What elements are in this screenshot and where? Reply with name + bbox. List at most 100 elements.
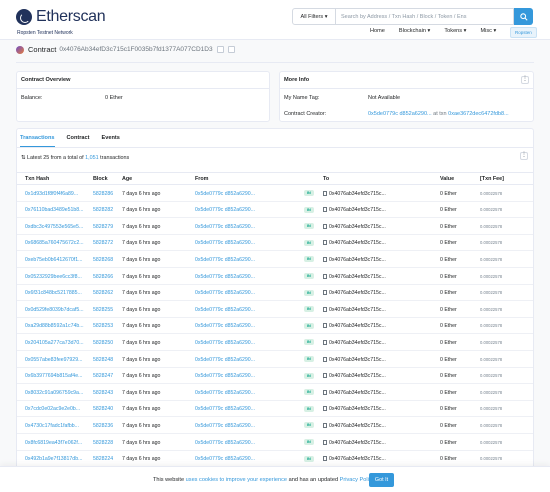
block-link[interactable]: 5828240 [93,406,113,412]
txn-hash-link[interactable]: 0x68685a760475672c2... [25,240,84,246]
block-link[interactable]: 5828286 [93,191,113,197]
table-row: 0x0557abe83fee97929... 5828248 7 days 6 hr… [17,351,533,368]
block-link[interactable]: 5828268 [93,257,113,263]
table-row: 0x6f31c848bc5217885... 5828262 7 days 6 hr… [17,285,533,302]
from-address-link[interactable]: 0x5de0779c d852a6290... [195,307,255,313]
block-link[interactable]: 5828224 [93,456,113,462]
txn-hash-link[interactable]: 0x8fc6819ea43f7e062f... [25,440,82,446]
value-text: 0 Ether [440,439,457,446]
contract-icon [323,406,327,412]
network-switch-button[interactable]: Ropsten [510,27,537,38]
from-address-link[interactable]: 0x5de0779c d852a6290... [195,290,255,296]
search-input[interactable]: Search by Address / Txn Hash / Block / T… [336,8,514,25]
copy-icon[interactable] [216,46,224,53]
more-options-icon[interactable]: ⋮ [521,76,529,84]
txn-hash-link[interactable]: 0x492b1a9e7f13817db... [25,456,82,462]
table-row: 0x204105a277ca73d70... 5828250 7 days 6 hr… [17,334,533,351]
contract-icon [323,190,327,196]
direction-badge: IN [304,206,314,213]
to-address-text: 0x4076ab34efd3c715c... [329,223,386,230]
nav-blockchain[interactable]: Blockchain ▾ [399,28,430,34]
network-label: Ropsten Testnet Network [17,30,73,36]
txn-hash-link[interactable]: 0x4730c17fadc1fafbb... [25,423,79,429]
balance-label: Balance: [21,95,43,101]
to-address: 0x4076ab34efd3c715c... [323,389,386,396]
to-address-text: 0x4076ab34efd3c715c... [329,190,386,197]
age-text: 7 days 6 hrs ago [122,389,161,396]
from-address-link[interactable]: 0x5de0779c d852a6290... [195,390,255,396]
txn-hash-link[interactable]: 0x6f31c848bc5217885... [25,290,82,296]
tab-contract[interactable]: Contract [67,135,90,147]
block-link[interactable]: 5828250 [93,340,113,346]
from-address-link[interactable]: 0x5de0779c d852a6290... [195,456,255,462]
direction-badge: IN [304,356,314,362]
txn-hash-link[interactable]: 0x0d529fe8039b7dcaf5... [25,307,84,313]
block-link[interactable]: 5828253 [93,323,113,329]
txn-hash-link[interactable]: 0x76110bad3489e51b8... [25,207,83,213]
age-text: 7 days 6 hrs ago [122,306,161,313]
txn-hash-link[interactable]: 0x7cdc0e02ac9e2e0b... [25,406,80,412]
table-options-icon[interactable]: ⋮ [520,152,528,160]
txn-hash-link[interactable]: 0x1d93d1f8f0f4f6a89... [25,191,78,197]
to-address-text: 0x4076ab34efd3c715c... [329,456,386,463]
block-link[interactable]: 5828247 [93,373,113,379]
table-row: 0x05232929bee6cc3f8... 5828266 7 days 6 hr… [17,268,533,285]
block-link[interactable]: 5828248 [93,357,113,363]
block-link[interactable]: 5828236 [93,423,113,429]
txn-hash-link[interactable]: 0x8032c91a096759c9a... [25,390,83,396]
from-address-link[interactable]: 0x5de0779c d852a6290... [195,340,255,346]
etherscan-logo[interactable]: Etherscan [16,8,106,26]
total-transactions-link[interactable]: 1,051 [85,155,99,161]
search-bar: All Filters ▾ Search by Address / Txn Ha… [292,8,533,25]
qr-code-icon[interactable] [227,46,235,53]
tab-events[interactable]: Events [102,135,120,147]
from-address-link[interactable]: 0x5de0779c d852a6290... [195,257,255,263]
block-link[interactable]: 5828243 [93,390,113,396]
search-filter-select[interactable]: All Filters ▾ [292,8,336,25]
creator-txn-link[interactable]: 0xae3672dec6472fdb8... [448,111,509,117]
nav-home[interactable]: Home [370,28,385,34]
contract-icon [323,456,327,462]
from-address-link[interactable]: 0x5de0779c d852a6290... [195,357,255,363]
block-link[interactable]: 5828255 [93,307,113,313]
search-button[interactable] [514,8,533,25]
age-text: 7 days 6 hrs ago [122,373,161,380]
txn-hash-link[interactable]: 0xeb75eb0b6412670f1... [25,257,82,263]
from-address-link[interactable]: 0x5de0779c d852a6290... [195,207,255,213]
from-address-link[interactable]: 0x5de0779c d852a6290... [195,440,255,446]
from-address-link[interactable]: 0x5de0779c d852a6290... [195,224,255,230]
col-value: Value [440,176,455,182]
age-text: 7 days 6 hrs ago [122,190,161,197]
from-address-link[interactable]: 0x5de0779c d852a6290... [195,406,255,412]
from-address-link[interactable]: 0x5de0779c d852a6290... [195,323,255,329]
block-link[interactable]: 5828282 [93,207,113,213]
age-text: 7 days 6 hrs ago [122,256,161,263]
block-link[interactable]: 5828266 [93,274,113,280]
age-text: 7 days 6 hrs ago [122,223,161,230]
txn-hash-link[interactable]: 0xdbc3c497553e565e5... [25,224,83,230]
nav-misc[interactable]: Misc ▾ [480,28,496,34]
txn-hash-link[interactable]: 0x204105a277ca73d70... [25,340,84,346]
from-address-link[interactable]: 0x5de0779c d852a6290... [195,240,255,246]
nav-tokens[interactable]: Tokens ▾ [444,28,466,34]
block-link[interactable]: 5828279 [93,224,113,230]
block-link[interactable]: 5828262 [93,290,113,296]
search-icon [519,12,528,21]
creator-address-link[interactable]: 0x5de0779c d852a6290... [368,111,432,117]
block-link[interactable]: 5828272 [93,240,113,246]
from-address-link[interactable]: 0x5de0779c d852a6290... [195,423,255,429]
txn-hash-link[interactable]: 0xa29d88b8592a1c74b... [25,323,84,329]
txn-hash-link[interactable]: 0x0557abe83fee97929... [25,357,82,363]
block-link[interactable]: 5828228 [93,440,113,446]
from-address-link[interactable]: 0x5de0779c d852a6290... [195,274,255,280]
col-txn-fee[interactable]: [Txn Fee] [480,176,504,182]
direction-badge: IN [304,389,314,396]
from-address-link[interactable]: 0x5de0779c d852a6290... [195,191,255,197]
tab-transactions[interactable]: Transactions [20,135,55,147]
table-row: 0xa29d88b8592a1c74b... 5828253 7 days 6 hr… [17,318,533,335]
txn-hash-link[interactable]: 0x6b3977694b815af4e... [25,373,82,379]
cookie-accept-button[interactable]: Got It [369,473,394,487]
txn-hash-link[interactable]: 0x05232929bee6cc3f8... [25,274,82,280]
from-address-link[interactable]: 0x5de0779c d852a6290... [195,373,255,379]
cookie-policy-link[interactable]: uses cookies to improve your experience [186,477,287,483]
